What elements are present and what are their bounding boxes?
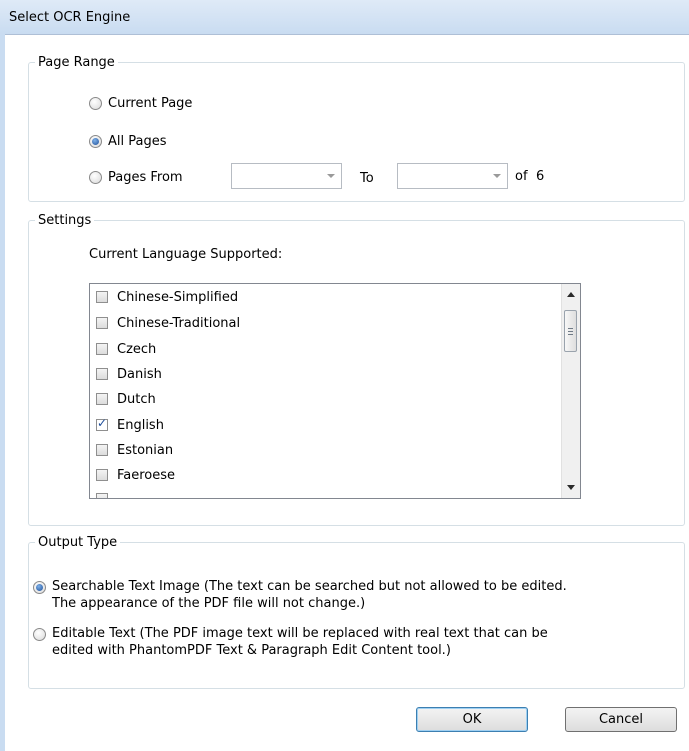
settings-legend: Settings xyxy=(38,213,92,228)
title-bar: Select OCR Engine xyxy=(0,0,689,35)
page-range-legend: Page Range xyxy=(38,55,115,70)
scroll-up-arrow-icon[interactable] xyxy=(567,292,575,297)
grip-icon xyxy=(568,331,573,332)
checkbox-icon[interactable] xyxy=(96,343,108,355)
searchable-line-2: The appearance of the PDF file will not … xyxy=(52,596,366,611)
checkmark-icon[interactable] xyxy=(96,416,108,431)
pages-to-select[interactable] xyxy=(397,163,508,189)
language-label: Danish xyxy=(117,366,162,382)
searchable-radio-icon[interactable] xyxy=(33,581,46,594)
scroll-down-arrow-icon[interactable] xyxy=(567,485,575,490)
all-pages-label: All Pages xyxy=(108,134,167,149)
list-item[interactable]: Chinese-Traditional xyxy=(96,313,240,333)
radio-pages-from[interactable]: Pages From xyxy=(89,170,183,185)
list-item[interactable]: Chinese-Simplified xyxy=(96,287,238,307)
grip-icon xyxy=(568,334,573,335)
output-type-legend: Output Type xyxy=(38,535,118,550)
language-label: Faeroese xyxy=(117,467,176,483)
radio-all-pages[interactable]: All Pages xyxy=(89,134,167,149)
searchable-line-1: Searchable Text Image (The text can be s… xyxy=(52,579,567,594)
language-list[interactable]: Chinese-Simplified Chinese-Traditional C… xyxy=(89,283,581,499)
current-page-label: Current Page xyxy=(108,96,193,111)
ok-button[interactable]: OK xyxy=(416,707,528,732)
checkbox-icon[interactable] xyxy=(96,469,108,481)
searchable-text-description: Searchable Text Image (The text can be s… xyxy=(52,578,567,612)
radio-editable-text[interactable]: Editable Text (The PDF image text will b… xyxy=(33,625,548,659)
language-list-scrollbar[interactable] xyxy=(561,284,580,498)
language-label: Dutch xyxy=(117,391,156,407)
checkbox-icon[interactable] xyxy=(96,393,108,405)
chevron-down-icon[interactable] xyxy=(327,174,335,178)
of-label: of xyxy=(515,169,528,184)
language-label: Czech xyxy=(117,341,157,357)
checkbox-icon[interactable] xyxy=(96,291,108,303)
list-item-partial[interactable] xyxy=(96,489,108,498)
language-label: English xyxy=(117,417,164,433)
to-label: To xyxy=(360,171,374,186)
radio-searchable-text-image[interactable]: Searchable Text Image (The text can be s… xyxy=(33,578,567,612)
list-item[interactable]: English xyxy=(96,415,164,435)
output-type-group: Output Type xyxy=(28,535,685,689)
language-label: Estonian xyxy=(117,442,174,458)
editable-radio-icon[interactable] xyxy=(33,628,46,641)
current-page-radio-icon[interactable] xyxy=(89,97,102,110)
scroll-thumb[interactable] xyxy=(564,310,577,352)
total-pages: 6 xyxy=(536,169,545,184)
editable-text-description: Editable Text (The PDF image text will b… xyxy=(52,625,548,659)
checkbox-icon[interactable] xyxy=(96,493,108,498)
list-item[interactable]: Danish xyxy=(96,364,162,384)
pages-from-label: Pages From xyxy=(108,170,183,185)
dialog-body: Page Range Current Page All Pages Pages … xyxy=(5,35,689,751)
list-item[interactable]: Czech xyxy=(96,339,156,359)
current-language-label: Current Language Supported: xyxy=(89,247,283,262)
language-label: Chinese-Traditional xyxy=(117,315,241,331)
checkbox-icon[interactable] xyxy=(96,317,108,329)
checkbox-icon[interactable] xyxy=(96,444,108,456)
editable-line-1: Editable Text (The PDF image text will b… xyxy=(52,626,548,641)
list-item[interactable]: Estonian xyxy=(96,440,173,460)
grip-icon xyxy=(568,328,573,329)
all-pages-radio-icon[interactable] xyxy=(89,135,102,148)
cancel-button[interactable]: Cancel xyxy=(565,707,677,732)
checkbox-icon[interactable] xyxy=(96,368,108,380)
pages-from-radio-icon[interactable] xyxy=(89,171,102,184)
radio-current-page[interactable]: Current Page xyxy=(89,96,192,111)
language-label: Chinese-Simplified xyxy=(117,289,239,305)
chevron-down-icon[interactable] xyxy=(493,174,501,178)
editable-line-2: edited with PhantomPDF Text & Paragraph … xyxy=(52,643,451,658)
pages-from-select[interactable] xyxy=(231,163,342,189)
list-item[interactable]: Faeroese xyxy=(96,465,175,485)
list-item[interactable]: Dutch xyxy=(96,389,156,409)
window-title: Select OCR Engine xyxy=(9,10,131,25)
